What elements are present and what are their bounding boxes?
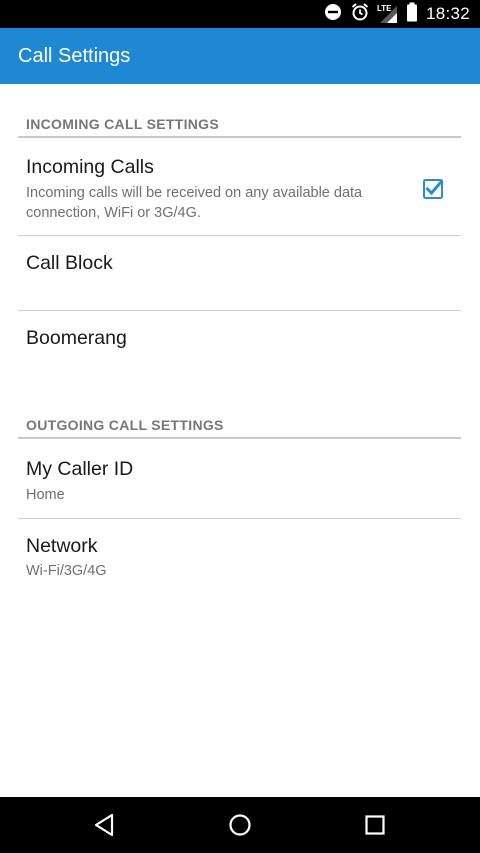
summary-line: Incoming calls will be received on any a… xyxy=(26,185,363,201)
back-icon xyxy=(94,813,114,837)
item-title: My Caller ID xyxy=(26,458,134,480)
section-header-incoming: INCOMING CALL SETTINGS xyxy=(18,112,461,138)
section-header-label: INCOMING CALL SETTINGS xyxy=(26,116,220,132)
incoming-calls-checkbox[interactable] xyxy=(423,179,444,199)
call-settings-screen: LTE 18:32 Call Settings INCOMING CALL SE… xyxy=(0,0,480,853)
home-icon xyxy=(229,814,251,836)
item-title: Call Block xyxy=(26,252,113,274)
network-item[interactable]: Network Wi-Fi/3G/4G xyxy=(18,519,461,597)
recents-button[interactable] xyxy=(361,811,389,839)
app-bar: Call Settings xyxy=(0,28,480,84)
section-header-outgoing: OUTGOING CALL SETTINGS xyxy=(18,413,461,439)
back-button[interactable] xyxy=(91,811,119,839)
item-title: Network xyxy=(26,535,98,557)
status-time: 18:32 xyxy=(425,4,470,23)
incoming-calls-item[interactable]: Incoming Calls Incoming calls will be re… xyxy=(18,138,461,236)
status-icons: LTE 18:32 xyxy=(316,0,470,28)
call-block-item[interactable]: Call Block xyxy=(18,236,461,311)
summary-line: connection, WiFi or 3G/4G. xyxy=(26,205,201,221)
item-title: Incoming Calls xyxy=(26,156,154,178)
section-header-label: OUTGOING CALL SETTINGS xyxy=(26,417,224,433)
caller-id-item[interactable]: My Caller ID Home xyxy=(18,439,461,519)
item-summary: Home xyxy=(26,487,65,503)
lte-label: LTE xyxy=(376,4,392,13)
boomerang-item[interactable]: Boomerang xyxy=(18,311,461,385)
navigation-bar xyxy=(0,797,480,853)
do-not-disturb-icon xyxy=(324,3,342,26)
alarm-icon xyxy=(350,2,370,27)
item-summary: Incoming calls will be received on any a… xyxy=(26,183,362,223)
checkbox-checked-icon xyxy=(423,179,444,199)
status-bar: LTE 18:32 xyxy=(0,0,480,28)
item-summary: Wi-Fi/3G/4G xyxy=(26,563,107,579)
page-title: Call Settings xyxy=(18,45,131,67)
item-title: Boomerang xyxy=(26,327,127,349)
lte-signal-icon: LTE xyxy=(376,4,398,24)
home-button[interactable] xyxy=(226,811,254,839)
recents-icon xyxy=(365,815,385,835)
battery-icon xyxy=(406,2,418,27)
